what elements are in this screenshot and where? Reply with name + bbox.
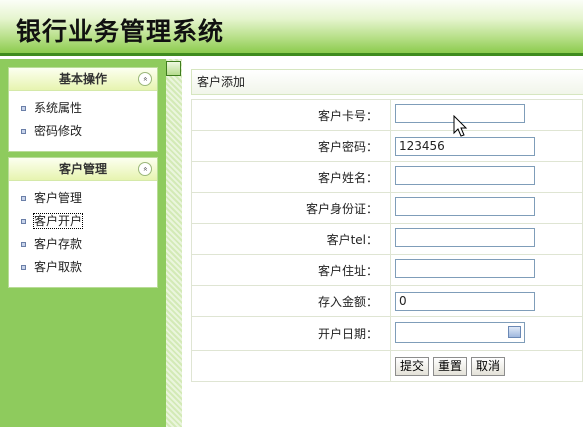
field-label: 客户身份证： (191, 192, 391, 224)
address-input[interactable] (395, 259, 535, 278)
bullet-icon (21, 242, 26, 247)
cancel-button[interactable]: 取消 (471, 356, 506, 376)
field-label: 客户卡号： (191, 99, 391, 131)
calendar-icon[interactable] (508, 325, 521, 338)
submit-button[interactable]: 提交 (395, 356, 430, 376)
name-input[interactable] (395, 166, 535, 185)
bullet-icon (21, 265, 26, 270)
field-label: 客户姓名： (191, 161, 391, 193)
bullet-icon (21, 196, 26, 201)
form-row: 存入金额： 0 (191, 285, 583, 317)
customer-add-form: 客户卡号： 客户密码： 123456 客户姓名： 客户身份证： 客户tel： 客… (191, 99, 583, 382)
panel-header[interactable]: 基本操作 « (9, 68, 157, 91)
form-row: 客户住址： (191, 254, 583, 286)
collapse-icon[interactable]: « (138, 72, 152, 86)
open-date-input[interactable] (395, 321, 525, 343)
field-label: 客户住址： (191, 254, 391, 286)
main-content: 客户添加 客户卡号： 客户密码： 123456 客户姓名： 客户身份证： 客户t… (182, 59, 583, 427)
field-label: 客户密码： (191, 130, 391, 162)
reset-button[interactable]: 重置 (433, 356, 468, 376)
panel-basic-ops: 基本操作 « 系统属性 密码修改 (8, 67, 158, 152)
field-label: 客户tel： (191, 223, 391, 255)
panel-title: 基本操作 (58, 72, 107, 86)
deposit-amount-input[interactable]: 0 (395, 291, 535, 311)
mouse-cursor-icon (453, 115, 468, 137)
form-actions-row: 提交 重置 取消 (191, 350, 583, 382)
field-label: 开户日期： (191, 316, 391, 351)
field-label: 存入金额： (191, 285, 391, 317)
sidebar-item-customer-management[interactable]: 客户管理 (21, 187, 157, 210)
id-card-input[interactable] (395, 197, 535, 216)
panel-header[interactable]: 客户管理 « (9, 158, 157, 181)
frame-splitter[interactable] (166, 59, 182, 427)
panel-customer-mgmt: 客户管理 « 客户管理 客户开户 客户存款 客户取款 (8, 157, 158, 288)
toggle-sidebar-button[interactable] (166, 61, 181, 76)
form-row: 客户姓名： (191, 161, 583, 193)
bullet-icon (21, 129, 26, 134)
sidebar-item-withdraw[interactable]: 客户取款 (21, 256, 157, 279)
form-row: 客户卡号： (191, 99, 583, 131)
sidebar: 基本操作 « 系统属性 密码修改 客户管理 « 客户管理 客户开户 客户存款 客… (0, 59, 166, 427)
form-row: 客户密码： 123456 (191, 130, 583, 162)
password-input[interactable]: 123456 (395, 136, 535, 156)
app-header: 银行业务管理系统 (0, 0, 583, 56)
breadcrumb: 客户添加 (191, 69, 583, 95)
collapse-icon[interactable]: « (138, 162, 152, 176)
form-row: 客户tel： (191, 223, 583, 255)
sidebar-item-deposit[interactable]: 客户存款 (21, 233, 157, 256)
bullet-icon (21, 219, 26, 224)
sidebar-item-change-password[interactable]: 密码修改 (21, 120, 157, 143)
tel-input[interactable] (395, 228, 535, 247)
app-title: 银行业务管理系统 (16, 17, 225, 46)
bullet-icon (21, 106, 26, 111)
form-row: 客户身份证： (191, 192, 583, 224)
sidebar-item-system-properties[interactable]: 系统属性 (21, 97, 157, 120)
form-row: 开户日期： (191, 316, 583, 351)
panel-title: 客户管理 (58, 162, 107, 176)
sidebar-item-open-account[interactable]: 客户开户 (21, 210, 157, 233)
